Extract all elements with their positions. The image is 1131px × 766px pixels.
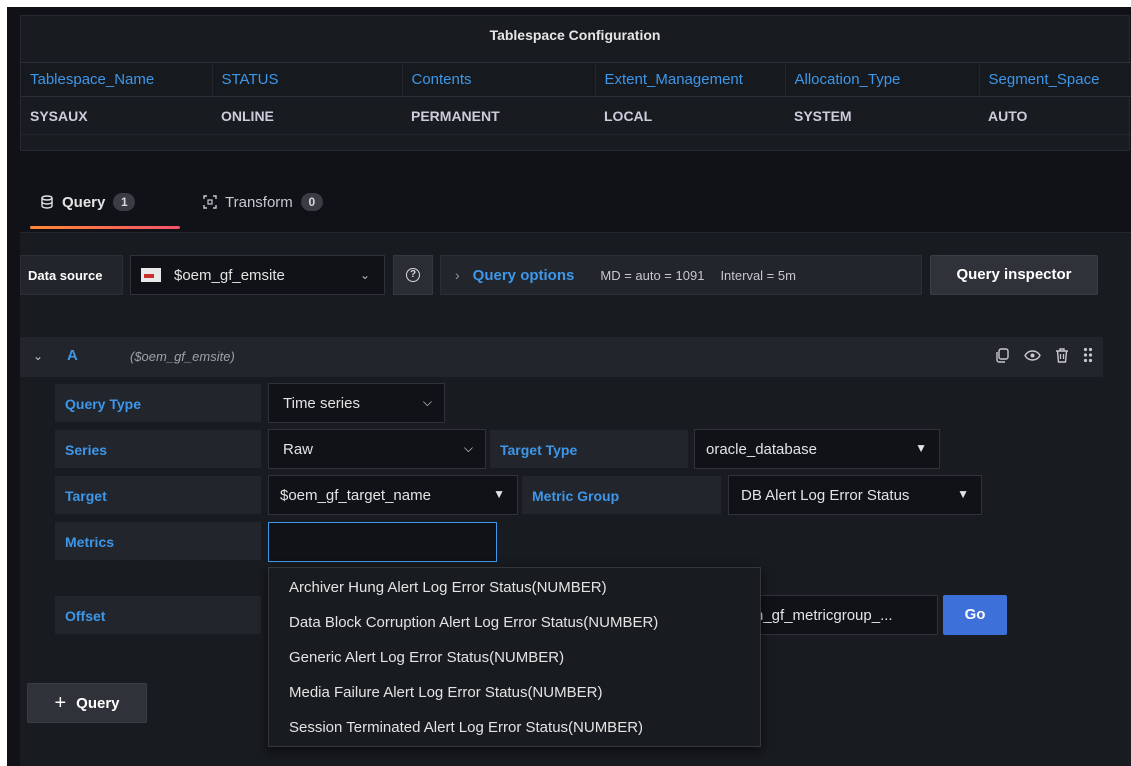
chevron-down-icon: ⌄ — [359, 268, 370, 282]
tab-transform-label: Transform — [225, 193, 293, 211]
plus-icon: + — [54, 692, 67, 714]
metric-option[interactable]: Archiver Hung Alert Log Error Status(NUM… — [269, 570, 760, 605]
metric-option[interactable]: Generic Alert Log Error Status(NUMBER) — [269, 640, 760, 675]
query-editor: Query 1 Transform 0 Data source $oem_gf_… — [20, 171, 1131, 766]
metrics-dropdown: Archiver Hung Alert Log Error Status(NUM… — [268, 567, 761, 747]
query-type-select[interactable]: Time series ⌵ — [268, 383, 445, 423]
chevron-right-icon: › — [455, 267, 460, 283]
query-datasource: ($oem_gf_emsite) — [130, 349, 235, 364]
query-options-title: Query options — [472, 266, 575, 284]
chevron-down-icon: ⌵ — [463, 441, 473, 455]
tab-transform[interactable]: Transform 0 — [203, 189, 323, 215]
metric-group-select[interactable]: DB Alert Log Error Status ▼ — [728, 475, 982, 515]
add-query-label: Query — [76, 694, 120, 712]
query-actions — [995, 347, 1093, 363]
editor-tabs: Query 1 Transform 0 — [20, 171, 1131, 233]
collapse-chevron-icon[interactable]: ⌄ — [33, 349, 43, 363]
tab-query-count: 1 — [113, 193, 136, 211]
drag-handle-icon[interactable] — [1083, 347, 1093, 363]
eye-icon[interactable] — [1024, 348, 1041, 363]
metric-option[interactable]: Media Failure Alert Log Error Status(NUM… — [269, 675, 760, 710]
datasource-help-button[interactable]: ? — [393, 255, 433, 295]
column-header-segment-space[interactable]: Segment_Space — [979, 62, 1131, 97]
chevron-down-icon: ⌵ — [422, 395, 432, 409]
target-select[interactable]: $oem_gf_target_name ▼ — [268, 475, 518, 515]
table-cell: SYSTEM — [785, 96, 979, 135]
column-header-status[interactable]: STATUS — [212, 62, 403, 97]
table-cell: SYSAUX — [21, 96, 212, 135]
column-header-contents[interactable]: Contents — [402, 62, 596, 97]
metric-group-name-value: n_gf_metricgroup_... — [755, 606, 893, 624]
target-label: Target — [54, 475, 262, 515]
tablespace-panel: Tablespace Configuration Tablespace_Name… — [20, 15, 1131, 151]
app-frame: Tablespace Configuration Tablespace_Name… — [7, 7, 1131, 766]
column-header-extent-management[interactable]: Extent_Management — [595, 62, 786, 97]
offset-label: Offset — [54, 595, 262, 635]
caret-down-icon: ▼ — [957, 487, 969, 501]
datasource-select[interactable]: $oem_gf_emsite ⌄ — [130, 255, 385, 295]
transform-icon — [203, 195, 217, 209]
metric-group-label: Metric Group — [521, 475, 722, 515]
metric-group-name-field[interactable]: n_gf_metricgroup_... — [748, 595, 938, 635]
metrics-input[interactable] — [268, 522, 497, 562]
add-query-button[interactable]: + Query — [27, 683, 147, 723]
metric-option[interactable]: Data Block Corruption Alert Log Error St… — [269, 605, 760, 640]
query-options-toggle[interactable]: › Query options MD = auto = 1091 Interva… — [440, 255, 922, 295]
query-name[interactable]: A — [67, 347, 78, 364]
series-label: Series — [54, 429, 262, 469]
metrics-label: Metrics — [54, 521, 262, 561]
question-circle-icon: ? — [406, 268, 420, 282]
column-header-tablespace-name[interactable]: Tablespace_Name — [21, 62, 213, 97]
go-button[interactable]: Go — [943, 595, 1007, 635]
query-type-label: Query Type — [54, 383, 262, 423]
table-row: SYSAUX ONLINE PERMANENT LOCAL SYSTEM AUT… — [21, 96, 1131, 135]
caret-down-icon: ▼ — [915, 441, 927, 455]
datasource-row: Data source $oem_gf_emsite ⌄ ? › Query o… — [20, 255, 1131, 295]
datasource-value: $oem_gf_emsite — [174, 266, 285, 284]
query-inspector-button[interactable]: Query inspector — [930, 255, 1098, 295]
table-header-row: Tablespace_Name STATUS Contents Extent_M… — [21, 62, 1131, 97]
tab-query[interactable]: Query 1 — [40, 189, 136, 215]
active-tab-indicator — [30, 226, 180, 229]
tab-query-label: Query — [62, 193, 106, 211]
series-select[interactable]: Raw ⌵ — [268, 429, 486, 469]
caret-down-icon: ▼ — [493, 487, 505, 501]
trash-icon[interactable] — [1055, 347, 1069, 363]
query-options-md: MD = auto = 1091 — [600, 267, 705, 283]
target-type-label: Target Type — [489, 429, 689, 469]
table-cell: LOCAL — [595, 96, 785, 135]
target-type-select[interactable]: oracle_database ▼ — [694, 429, 940, 469]
target-type-value: oracle_database — [706, 440, 817, 458]
table-cell: ONLINE — [212, 96, 402, 135]
target-value: $oem_gf_target_name — [280, 486, 431, 504]
table-cell: AUTO — [979, 96, 1131, 135]
tab-transform-count: 0 — [300, 193, 323, 211]
metric-group-value: DB Alert Log Error Status — [741, 486, 910, 504]
panel-title: Tablespace Configuration — [489, 27, 661, 43]
series-value: Raw — [283, 440, 314, 458]
duplicate-icon[interactable] — [995, 347, 1010, 363]
query-row-header[interactable]: ⌄ A ($oem_gf_emsite) — [20, 337, 1103, 377]
query-options-interval: Interval = 5m — [720, 267, 796, 283]
query-type-value: Time series — [283, 394, 360, 412]
metric-option[interactable]: Session Terminated Alert Log Error Statu… — [269, 710, 760, 745]
datasource-label: Data source — [20, 255, 123, 295]
column-header-allocation-type[interactable]: Allocation_Type — [785, 62, 980, 97]
table-cell: PERMANENT — [402, 96, 595, 135]
tablespace-table: Tablespace_Name STATUS Contents Extent_M… — [21, 62, 1131, 135]
database-icon — [41, 195, 53, 209]
datasource-logo-icon — [141, 268, 161, 282]
